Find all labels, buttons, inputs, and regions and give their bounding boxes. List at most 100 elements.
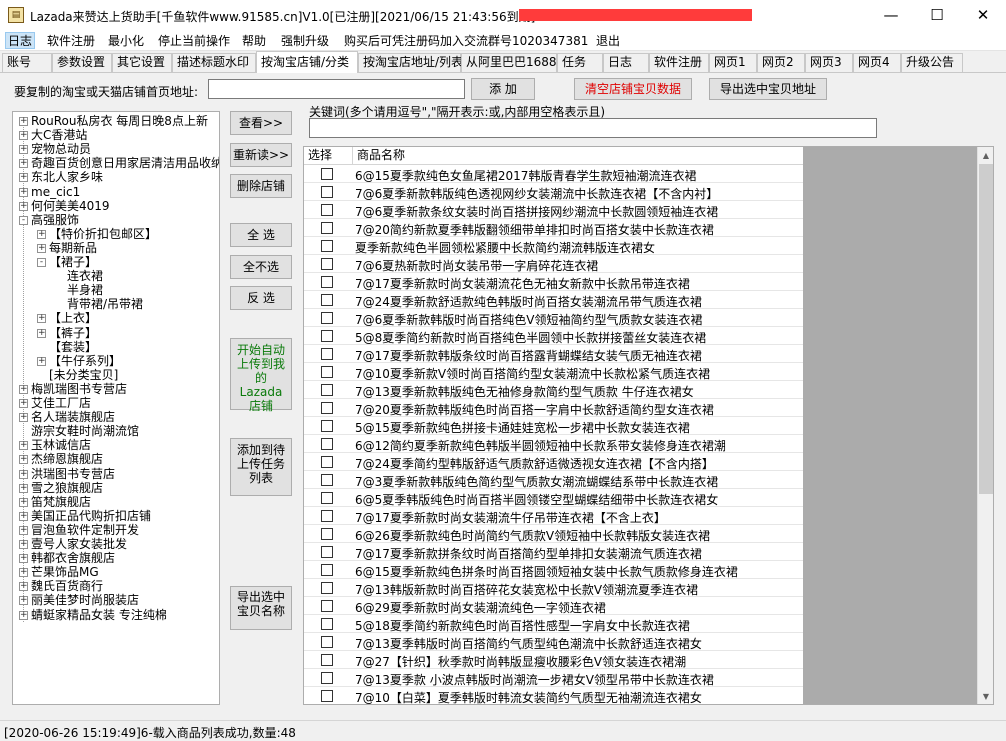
table-row[interactable]: 7@24夏季简约型韩版舒适气质款舒适微透视女连衣裙【不含内搭】 — [304, 453, 803, 471]
expand-icon[interactable]: + — [37, 356, 46, 366]
row-checkbox[interactable] — [321, 366, 333, 378]
row-checkbox[interactable] — [321, 474, 333, 486]
select-all-button[interactable]: 全 选 — [230, 223, 292, 247]
menu-register[interactable]: 软件注册 — [47, 33, 95, 50]
table-row[interactable]: 5@8夏季简约新款时尚百搭纯色半圆领中长款拼接蕾丝女装连衣裙 — [304, 327, 803, 345]
table-row[interactable]: 7@3夏季新款韩版纯色简约型气质款女潮流蝴蝶结系带中长款连衣裙 — [304, 471, 803, 489]
expand-icon[interactable]: + — [19, 413, 28, 423]
expand-icon[interactable]: + — [19, 159, 28, 169]
table-row[interactable]: 5@15夏季新款纯色拼接卡通娃娃宽松一步裙中长款女装连衣裙 — [304, 417, 803, 435]
table-row[interactable]: 7@17夏季新款时尚女装潮流牛仔吊带连衣裙【不含上衣】 — [304, 507, 803, 525]
tab-by-shop-category[interactable]: 按淘宝店铺/分类 — [256, 51, 358, 73]
row-checkbox[interactable] — [321, 654, 333, 666]
expand-icon[interactable]: + — [19, 455, 28, 465]
row-checkbox[interactable] — [321, 618, 333, 630]
row-checkbox[interactable] — [321, 690, 333, 702]
table-row[interactable]: 7@17夏季新款拼条纹时尚百搭简约型单排扣女装潮流气质连衣裙 — [304, 543, 803, 561]
expand-icon[interactable]: + — [19, 582, 28, 592]
tab-tasks[interactable]: 任务 — [557, 53, 603, 72]
invert-selection-button[interactable]: 反 选 — [230, 286, 292, 310]
expand-icon[interactable]: + — [19, 497, 28, 507]
menu-exit[interactable]: 退出 — [596, 33, 620, 50]
row-checkbox[interactable] — [321, 384, 333, 396]
tab-other-settings[interactable]: 其它设置 — [112, 53, 172, 72]
clear-shop-data-button[interactable]: 清空店铺宝贝数据 — [574, 78, 692, 100]
expand-icon[interactable]: + — [19, 201, 28, 211]
row-checkbox[interactable] — [321, 204, 333, 216]
expand-icon[interactable]: + — [37, 328, 46, 338]
expand-icon[interactable]: + — [19, 117, 28, 126]
tab-web2[interactable]: 网页2 — [757, 53, 805, 72]
auto-upload-lazada-button[interactable]: 开始自动上传到我的Lazada店铺 — [230, 338, 292, 413]
vertical-scrollbar[interactable]: ▲ ▼ — [977, 147, 993, 704]
scroll-up-icon[interactable]: ▲ — [978, 147, 993, 164]
expand-icon[interactable]: + — [19, 131, 28, 141]
row-checkbox[interactable] — [321, 402, 333, 414]
row-checkbox[interactable] — [321, 420, 333, 432]
row-checkbox[interactable] — [321, 528, 333, 540]
table-row[interactable]: 7@27【针织】秋季款时尚韩版显瘦收腰彩色V领女装连衣裙潮 — [304, 651, 803, 669]
expand-icon[interactable]: + — [37, 229, 46, 239]
expand-icon[interactable]: + — [19, 441, 28, 451]
row-checkbox[interactable] — [321, 348, 333, 360]
row-checkbox[interactable] — [321, 330, 333, 342]
tab-register[interactable]: 软件注册 — [649, 53, 709, 72]
minimize-button[interactable]: — — [868, 0, 914, 31]
row-checkbox[interactable] — [321, 438, 333, 450]
table-row[interactable]: 7@6夏热新款时尚女装吊带一字肩碎花连衣裙 — [304, 255, 803, 273]
row-checkbox[interactable] — [321, 510, 333, 522]
add-shop-button[interactable]: 添 加 — [471, 78, 535, 100]
expand-icon[interactable]: + — [19, 554, 28, 564]
table-row[interactable]: 7@13夏季款 小波点韩版时尚潮流一步裙女V领型吊带中长款连衣裙 — [304, 669, 803, 687]
row-checkbox[interactable] — [321, 582, 333, 594]
shop-category-tree[interactable]: + RouRou私房衣 每周日晚8点上新 + 大C香港站 + 宠物总动员 + 奇趣百货创意日用… — [12, 111, 220, 705]
expand-icon[interactable]: + — [19, 469, 28, 479]
table-row[interactable]: 7@13夏季新款韩版纯色无袖修身款简约型气质款 牛仔连衣裙女 — [304, 381, 803, 399]
col-select-header[interactable]: 选择 — [304, 147, 353, 164]
table-row[interactable]: 5@18夏季简约新款纯色时尚百搭性感型一字肩女中长款连衣裙 — [304, 615, 803, 633]
view-button[interactable]: 查看>> — [230, 111, 292, 135]
maximize-button[interactable]: ☐ — [914, 0, 960, 31]
row-checkbox[interactable] — [321, 672, 333, 684]
menu-log[interactable]: 日志 — [5, 32, 36, 49]
row-checkbox[interactable] — [321, 258, 333, 270]
table-row[interactable]: 7@6夏季新款条纹女装时尚百搭拼接网纱潮流中长款圆领短袖连衣裙 — [304, 201, 803, 219]
col-name-header[interactable]: 商品名称 — [353, 147, 803, 164]
expand-icon[interactable]: + — [19, 187, 28, 197]
shop-url-input[interactable] — [208, 79, 465, 99]
expand-icon[interactable]: + — [19, 384, 28, 394]
menu-stop[interactable]: 停止当前操作 — [158, 33, 230, 50]
tab-account[interactable]: 账号 — [2, 53, 52, 72]
table-row[interactable]: 7@6夏季新款韩版时尚百搭纯色V领短袖简约型气质款女装连衣裙 — [304, 309, 803, 327]
export-item-names-button[interactable]: 导出选中宝贝名称 — [230, 586, 292, 630]
tab-watermark[interactable]: 描述标题水印 — [172, 53, 256, 72]
expand-icon[interactable]: + — [19, 568, 28, 578]
expand-icon[interactable]: + — [19, 610, 28, 620]
row-checkbox[interactable] — [321, 312, 333, 324]
table-row[interactable]: 7@13夏季韩版时尚百搭简约气质型纯色潮流中长款舒适连衣裙女 — [304, 633, 803, 651]
expand-icon[interactable]: + — [19, 145, 28, 155]
row-checkbox[interactable] — [321, 168, 333, 180]
table-row[interactable]: 7@24夏季新款舒适款纯色韩版时尚百搭女装潮流吊带气质连衣裙 — [304, 291, 803, 309]
row-checkbox[interactable] — [321, 492, 333, 504]
table-row[interactable]: 6@15夏季新款纯色拼条时尚百搭圆领短袖女装中长款气质款修身连衣裙 — [304, 561, 803, 579]
row-checkbox[interactable] — [321, 564, 333, 576]
menu-force-upgrade[interactable]: 强制升级 — [281, 33, 329, 50]
table-row[interactable]: 7@13韩版新款时尚百搭碎花女装宽松中长款V领潮流夏季连衣裙 — [304, 579, 803, 597]
reload-button[interactable]: 重新读>> — [230, 143, 292, 167]
table-row[interactable]: 7@20夏季新款韩版纯色时尚百搭一字肩中长款舒适简约型女连衣裙 — [304, 399, 803, 417]
row-checkbox[interactable] — [321, 222, 333, 234]
expand-icon[interactable]: + — [19, 525, 28, 535]
table-row[interactable]: 夏季新款纯色半圆领松紧腰中长款简约潮流韩版连衣裙女 — [304, 237, 803, 255]
table-row[interactable]: 7@17夏季新款时尚女装潮流花色无袖女新款中长款吊带连衣裙 — [304, 273, 803, 291]
tab-upgrade-notice[interactable]: 升级公告 — [901, 53, 963, 72]
table-row[interactable]: 6@5夏季韩版纯色时尚百搭半圆领镂空型蝴蝶结细带中长款连衣裙女 — [304, 489, 803, 507]
row-checkbox[interactable] — [321, 456, 333, 468]
expand-icon[interactable]: + — [19, 399, 28, 408]
row-checkbox[interactable] — [321, 276, 333, 288]
expand-icon[interactable]: + — [19, 173, 28, 183]
scroll-down-icon[interactable]: ▼ — [978, 688, 993, 704]
expand-icon[interactable]: + — [19, 596, 28, 606]
tab-by-shop-url[interactable]: 按淘宝店地址/列表 — [358, 53, 463, 72]
tab-web3[interactable]: 网页3 — [805, 53, 853, 72]
